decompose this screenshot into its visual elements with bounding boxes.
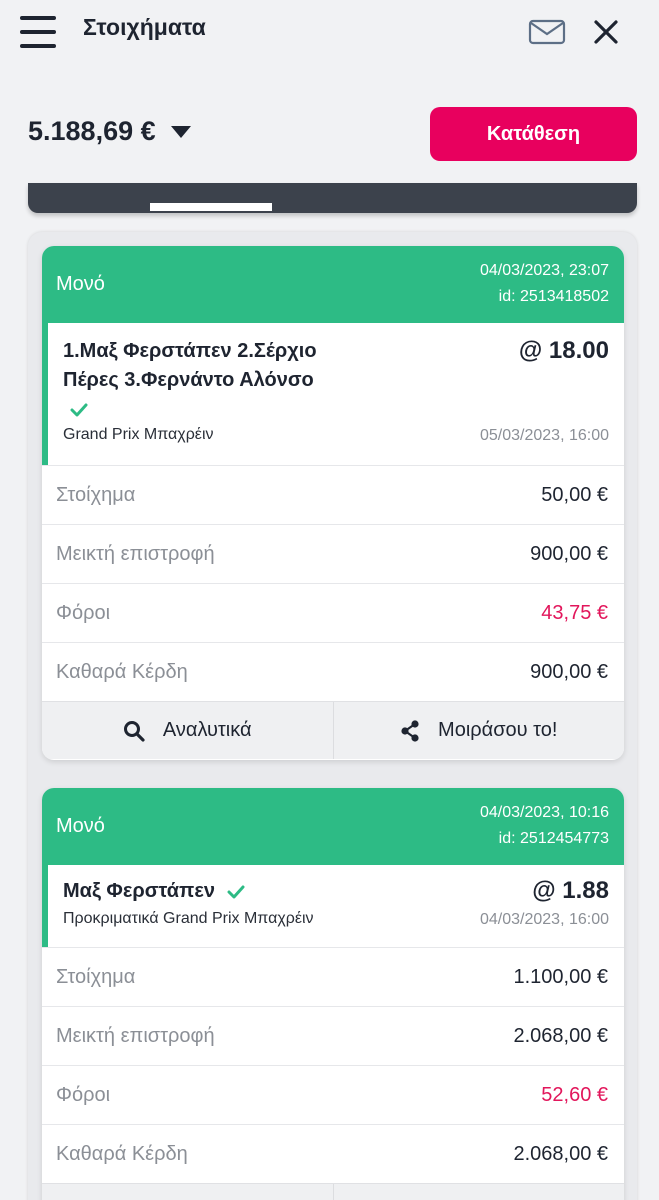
deposit-button[interactable]: Κατάθεση — [430, 107, 637, 161]
selection-name-line1: 1.Μαξ Φερστάπεν 2.Σέρχιο — [63, 340, 317, 362]
selection-event: Προκριματικά Grand Prix Μπαχρέιν — [63, 910, 314, 927]
gross-return-row: Μεικτή επιστροφή 900,00 € — [42, 524, 624, 583]
bet-selection: 1.Μαξ Φερστάπεν 2.Σέρχιο Πέρες 3.Φερνάντ… — [42, 323, 624, 465]
selection-name-text: Μαξ Φερστάπεν — [63, 880, 215, 902]
taxes-row: Φόροι 52,60 € — [42, 1065, 624, 1124]
bet-placed-date: 04/03/2023, 10:16 — [479, 804, 609, 821]
taxes-row: Φόροι 43,75 € — [42, 583, 624, 642]
details-button[interactable]: Αναλυτικά — [42, 702, 333, 759]
taxes-label: Φόροι — [56, 602, 111, 624]
bet-selection: Μαξ Φερστάπεν @ 1.88 Προκριματικά Grand … — [42, 865, 624, 947]
stake-row: Στοίχημα 50,00 € — [42, 465, 624, 524]
bet-card-header: Μονό 04/03/2023, 10:16 id: 2512454773 — [42, 788, 624, 865]
taxes-value: 52,60 € — [541, 1084, 608, 1106]
bet-id: id: 2513418502 — [498, 288, 609, 305]
balance-amount: 5.188,69 € — [28, 116, 156, 146]
taxes-value: 43,75 € — [541, 602, 608, 624]
active-tab-indicator[interactable] — [150, 203, 272, 211]
check-icon — [227, 885, 245, 898]
net-winnings-label: Καθαρά Κέρδη — [56, 661, 188, 683]
net-winnings-value: 900,00 € — [530, 661, 608, 683]
stake-value: 1.100,00 € — [513, 966, 608, 988]
bet-placed-date: 04/03/2023, 23:07 — [479, 262, 609, 279]
selection-name: Μαξ Φερστάπεν — [63, 877, 245, 906]
bet-card: Μονό 04/03/2023, 23:07 id: 2513418502 1.… — [42, 246, 624, 760]
net-winnings-row: Καθαρά Κέρδη 2.068,00 € — [42, 1124, 624, 1183]
selection-event-date: 05/03/2023, 16:00 — [479, 427, 609, 444]
gross-return-value: 2.068,00 € — [513, 1025, 608, 1047]
share-button[interactable]: Μοιράσου το! — [332, 702, 625, 759]
app: Στοιχήματα 5.188,69 € Κατάθεση Μονό 04/0… — [0, 0, 659, 1200]
bet-type: Μονό — [56, 815, 105, 837]
bet-card-header: Μονό 04/03/2023, 23:07 id: 2513418502 — [42, 246, 624, 323]
stake-label: Στοίχημα — [56, 484, 136, 506]
dropdown-caret-icon — [170, 125, 191, 138]
share-label: Μοιράσου το! — [438, 719, 558, 741]
selection-odds: @ 18.00 — [518, 337, 609, 364]
gross-return-label: Μεικτή επιστροφή — [56, 543, 215, 565]
share-button[interactable] — [332, 1184, 625, 1200]
gross-return-value: 900,00 € — [530, 543, 608, 565]
net-winnings-value: 2.068,00 € — [513, 1143, 608, 1165]
net-winnings-label: Καθαρά Κέρδη — [56, 1143, 188, 1165]
balance-dropdown[interactable]: 5.188,69 € — [28, 116, 192, 147]
gross-return-row: Μεικτή επιστροφή 2.068,00 € — [42, 1006, 624, 1065]
stake-value: 50,00 € — [541, 484, 608, 506]
mail-icon[interactable] — [528, 18, 566, 46]
close-icon[interactable] — [592, 18, 620, 46]
menu-icon[interactable] — [20, 16, 56, 48]
share-icon — [401, 719, 419, 742]
tab-strip — [28, 183, 637, 213]
selection-odds: @ 1.88 — [532, 877, 609, 904]
bet-actions: Αναλυτικά Μοιράσου το! — [42, 701, 624, 759]
stake-label: Στοίχημα — [56, 966, 136, 988]
selection-name-line2: Πέρες 3.Φερνάντο Αλόνσο — [63, 369, 314, 391]
selection-event-date: 04/03/2023, 16:00 — [479, 911, 609, 928]
bet-id: id: 2512454773 — [498, 830, 609, 847]
check-icon — [70, 403, 88, 417]
bet-type: Μονό — [56, 273, 105, 295]
stake-row: Στοίχημα 1.100,00 € — [42, 947, 624, 1006]
taxes-label: Φόροι — [56, 1084, 111, 1106]
bet-card: Μονό 04/03/2023, 10:16 id: 2512454773 Μα… — [42, 788, 624, 1200]
details-button[interactable] — [42, 1184, 333, 1200]
search-icon — [123, 720, 145, 742]
header: Στοιχήματα — [0, 0, 659, 70]
bet-actions — [42, 1183, 624, 1200]
gross-return-label: Μεικτή επιστροφή — [56, 1025, 215, 1047]
net-winnings-row: Καθαρά Κέρδη 900,00 € — [42, 642, 624, 701]
selection-event: Grand Prix Μπαχρέιν — [63, 426, 214, 443]
page-title: Στοιχήματα — [83, 14, 206, 40]
details-label: Αναλυτικά — [162, 719, 252, 741]
